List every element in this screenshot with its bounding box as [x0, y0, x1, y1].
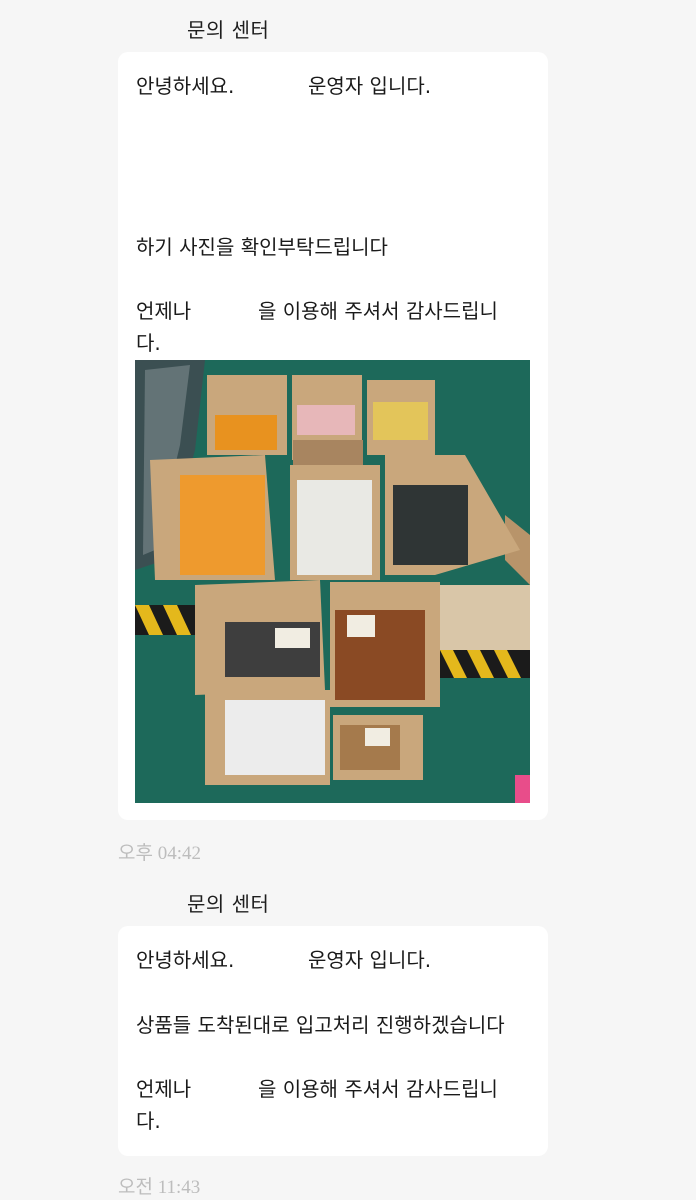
message-body-text: 하기 사진을 확인부탁드립니다: [136, 235, 388, 259]
operator-text: 운영자 입니다.: [308, 948, 432, 972]
operator-text: 운영자 입니다.: [308, 74, 432, 98]
closing-text-end: 을 이용해 주셔서 감사드립니: [258, 299, 498, 323]
sender-name: 문의 센터: [187, 18, 270, 42]
greeting-text: 안녕하세요.: [136, 74, 235, 98]
boxes-photo-image: [135, 360, 530, 803]
closing-text-start: 언제나: [136, 299, 192, 323]
message-body-text: 상품들 도착된대로 입고처리 진행하겠습니다: [136, 1013, 505, 1037]
message-bubble[interactable]: 안녕하세요. 운영자 입니다. 하기 사진을 확인부탁드립니다 언제나 을 이용…: [118, 52, 548, 820]
closing-text-tail: 다.: [136, 1109, 161, 1133]
closing-text-start: 언제나: [136, 1077, 192, 1101]
greeting-text: 안녕하세요.: [136, 948, 235, 972]
attached-photo[interactable]: [135, 360, 530, 803]
message-timestamp: 오후 04:42: [118, 843, 201, 864]
sender-name: 문의 센터: [187, 892, 270, 916]
message-bubble[interactable]: 안녕하세요. 운영자 입니다. 상품들 도착된대로 입고처리 진행하겠습니다 언…: [118, 926, 548, 1156]
closing-text-end: 을 이용해 주셔서 감사드립니: [258, 1077, 498, 1101]
closing-text-tail: 다.: [136, 331, 161, 355]
message-timestamp: 오전 11:43: [118, 1177, 201, 1198]
